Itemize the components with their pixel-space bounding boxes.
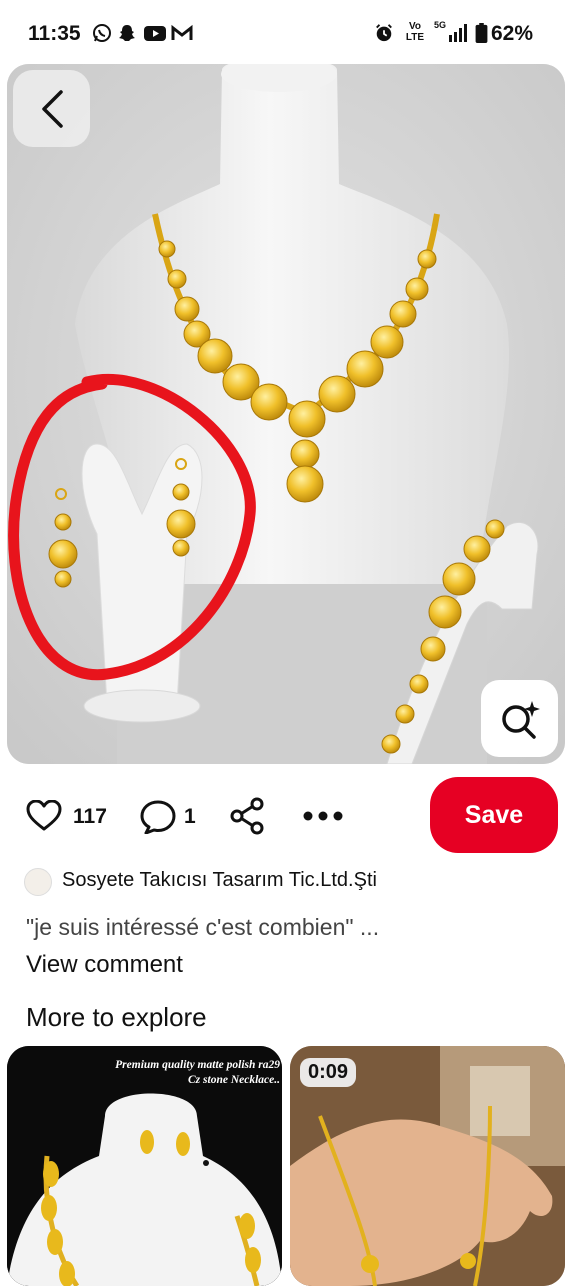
save-button[interactable]: Save xyxy=(430,777,558,853)
heart-icon[interactable] xyxy=(26,800,62,832)
network-type: 5G xyxy=(434,20,447,30)
like-count: 117 xyxy=(73,805,107,828)
video-duration-badge: 0:09 xyxy=(300,1058,357,1087)
alarm-icon xyxy=(376,24,392,42)
caption-line-1: Premium quality matte polish ra29 xyxy=(115,1059,280,1071)
pin-image[interactable] xyxy=(7,64,565,764)
back-button[interactable] xyxy=(13,70,90,147)
more-to-explore-heading: More to explore xyxy=(26,1002,207,1032)
explore-pin-1-caption: Premium quality matte polish ra29 Cz sto… xyxy=(60,1058,280,1088)
whatsapp-icon xyxy=(93,24,111,42)
volte-indicator: Vo LTE xyxy=(405,21,425,43)
signal-icon xyxy=(449,24,467,42)
status-time: 11:35 xyxy=(28,22,81,45)
comment-preview[interactable]: "je suis intéressé c'est combien" ... xyxy=(26,914,379,941)
creator-avatar[interactable] xyxy=(24,868,52,896)
visual-search-button[interactable] xyxy=(481,680,558,757)
more-options-icon[interactable] xyxy=(302,810,344,822)
battery-percentage: 62% xyxy=(491,22,534,45)
view-comment-link[interactable]: View comment xyxy=(26,951,183,979)
jewelry-photo xyxy=(7,64,565,764)
comment-icon[interactable] xyxy=(140,800,176,834)
caption-line-2: Cz stone Necklace.. xyxy=(188,1074,280,1086)
chevron-left-icon xyxy=(41,89,63,128)
battery-icon xyxy=(475,23,488,43)
snapchat-icon xyxy=(119,25,135,41)
gmail-icon xyxy=(171,24,193,40)
comment-count: 1 xyxy=(184,805,196,828)
lens-search-icon xyxy=(501,700,540,739)
youtube-icon xyxy=(144,26,166,41)
creator-name[interactable]: Sosyete Takıcısı Tasarım Tic.Ltd.Şti xyxy=(62,869,377,892)
share-icon[interactable] xyxy=(229,797,265,835)
